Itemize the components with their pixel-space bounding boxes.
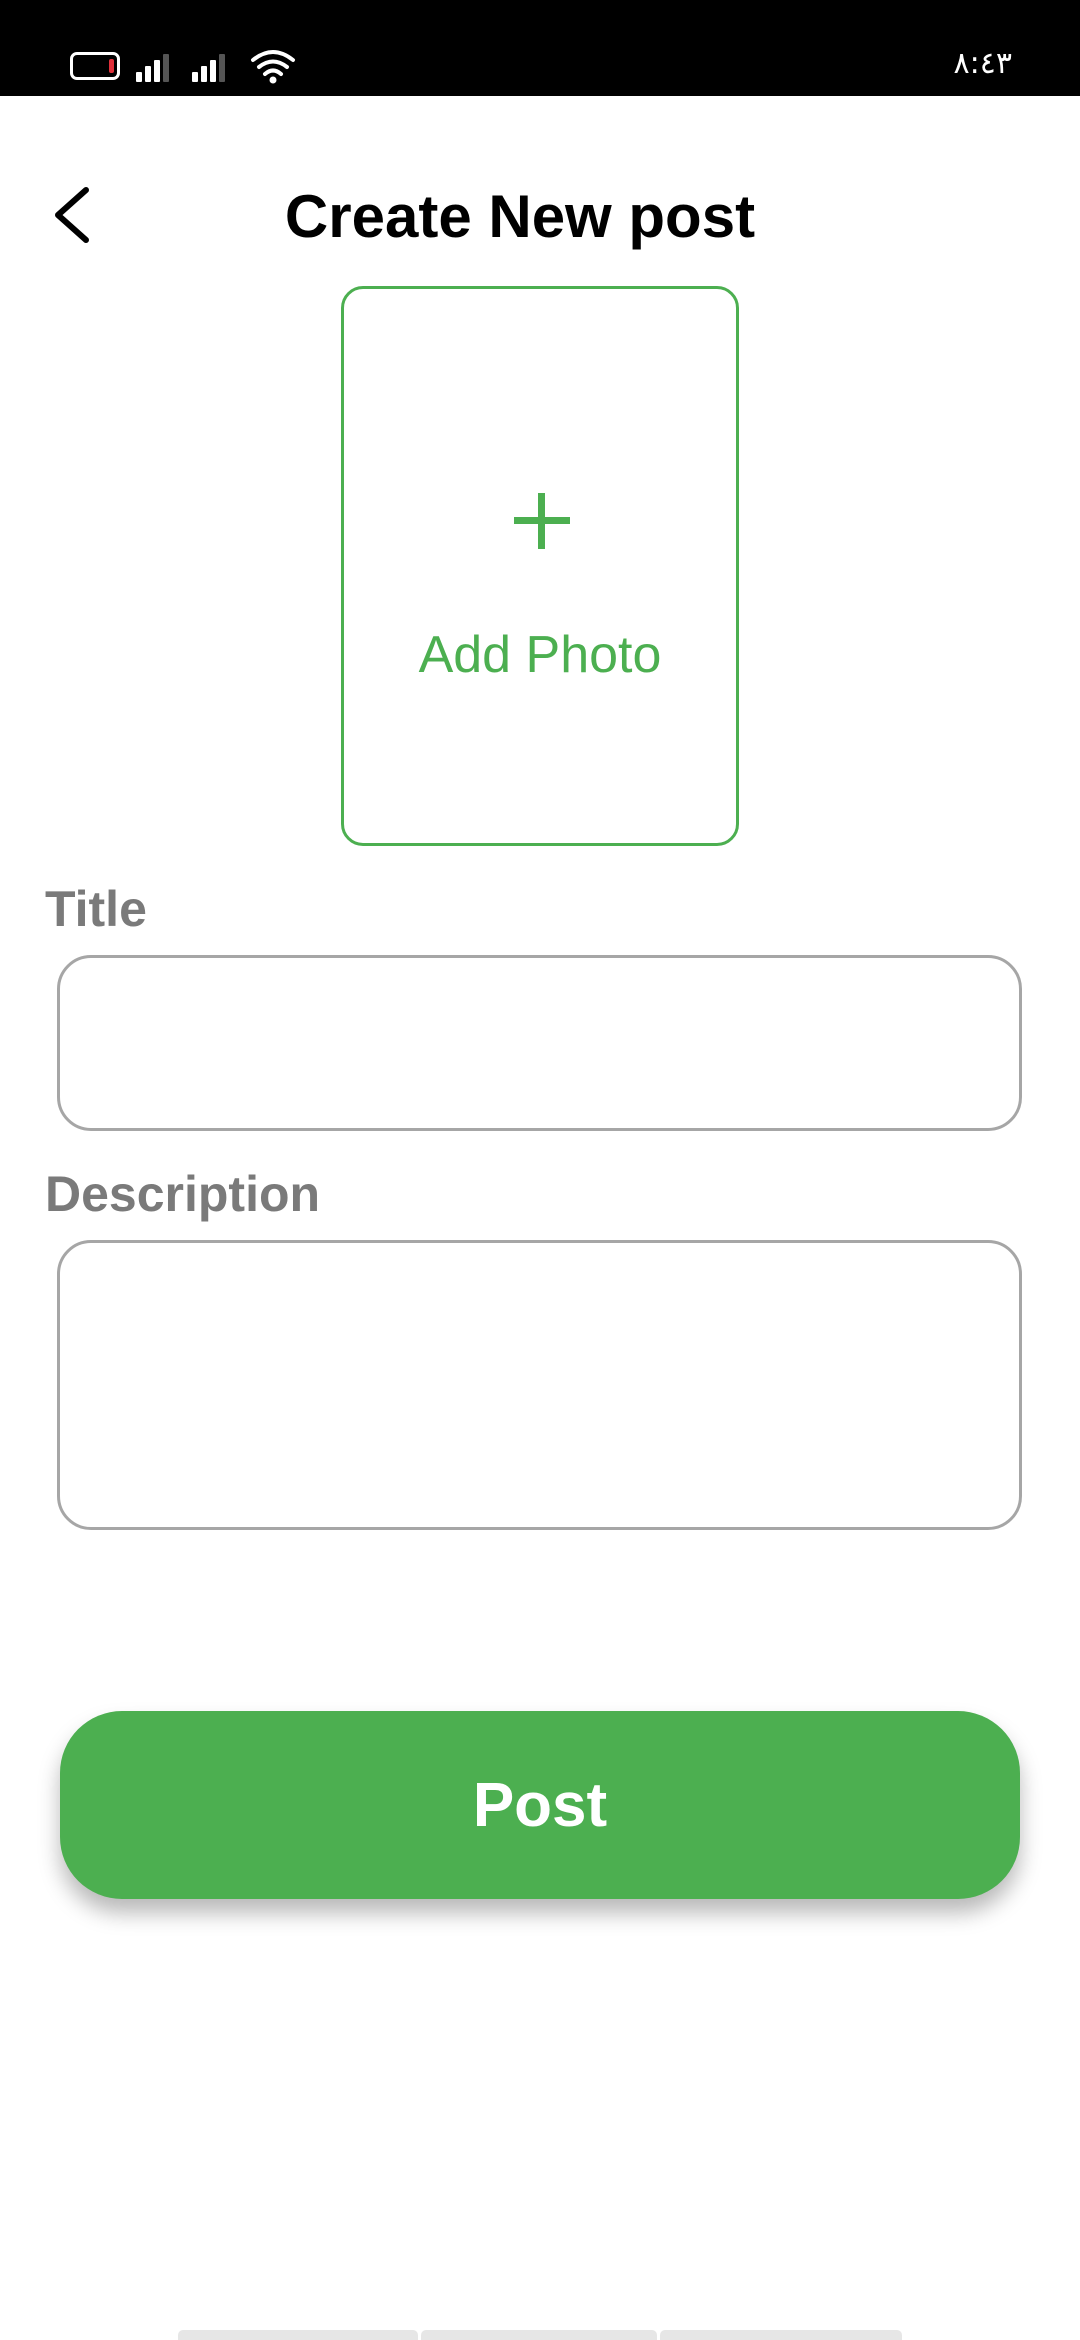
add-photo-label: Add Photo bbox=[418, 626, 662, 684]
back-button[interactable] bbox=[40, 170, 110, 260]
plus-icon bbox=[514, 493, 570, 549]
signal-icon bbox=[136, 52, 176, 82]
post-button[interactable]: Post bbox=[60, 1711, 1020, 1899]
nav-bar-segment bbox=[421, 2330, 657, 2340]
page-title: Create New post bbox=[284, 183, 756, 250]
add-photo-button[interactable]: Add Photo bbox=[341, 286, 739, 846]
nav-bar-segment bbox=[178, 2330, 418, 2340]
title-label: Title bbox=[45, 881, 147, 937]
status-time: ٨:٤٣ bbox=[953, 46, 1012, 81]
chevron-left-icon bbox=[55, 187, 89, 243]
wifi-icon bbox=[251, 50, 295, 84]
description-input[interactable] bbox=[57, 1240, 1022, 1530]
status-bar: ٨:٤٣ bbox=[0, 0, 1080, 96]
nav-bar-segment bbox=[660, 2330, 902, 2340]
battery-icon bbox=[70, 52, 120, 80]
description-label: Description bbox=[45, 1166, 321, 1222]
title-input[interactable] bbox=[57, 955, 1022, 1131]
signal-icon bbox=[192, 52, 232, 82]
